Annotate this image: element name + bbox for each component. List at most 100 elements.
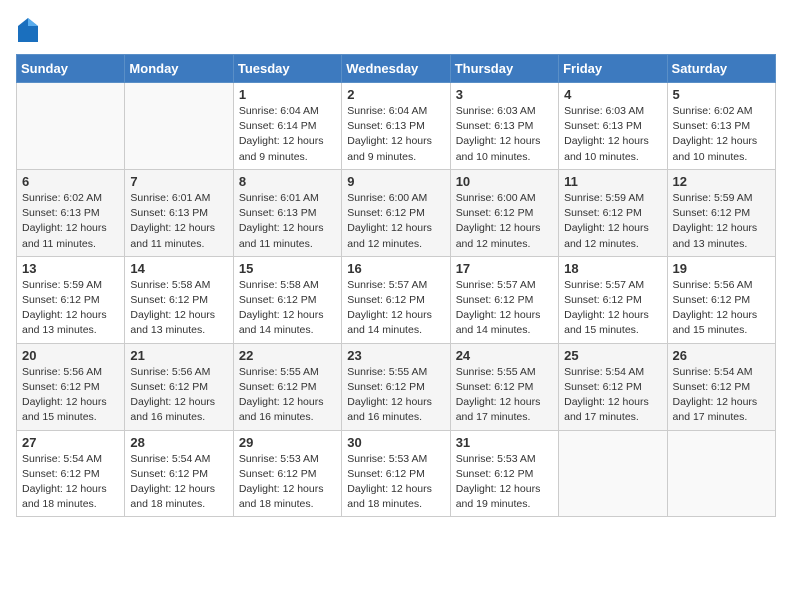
day-number: 5 (673, 87, 770, 102)
day-number: 22 (239, 348, 336, 363)
day-number: 28 (130, 435, 227, 450)
day-number: 7 (130, 174, 227, 189)
weekday-header-wednesday: Wednesday (342, 55, 450, 83)
calendar-cell: 23 Sunrise: 5:55 AM Sunset: 6:12 PM Dayli… (342, 343, 450, 430)
day-number: 11 (564, 174, 661, 189)
calendar-cell: 31 Sunrise: 5:53 AM Sunset: 6:12 PM Dayli… (450, 430, 558, 517)
calendar-cell (559, 430, 667, 517)
day-number: 14 (130, 261, 227, 276)
weekday-header-thursday: Thursday (450, 55, 558, 83)
day-info: Sunrise: 6:02 AM Sunset: 6:13 PM Dayligh… (673, 104, 770, 165)
calendar-cell: 8 Sunrise: 6:01 AM Sunset: 6:13 PM Daylig… (233, 169, 341, 256)
day-info: Sunrise: 5:54 AM Sunset: 6:12 PM Dayligh… (130, 452, 227, 513)
calendar-cell: 20 Sunrise: 5:56 AM Sunset: 6:12 PM Dayli… (17, 343, 125, 430)
day-info: Sunrise: 6:01 AM Sunset: 6:13 PM Dayligh… (239, 191, 336, 252)
calendar-cell (667, 430, 775, 517)
day-info: Sunrise: 5:55 AM Sunset: 6:12 PM Dayligh… (239, 365, 336, 426)
calendar-cell: 17Sunrise: 5:57 AM Sunset: 6:12 PM Dayli… (450, 256, 558, 343)
day-number: 15 (239, 261, 336, 276)
calendar-cell: 7 Sunrise: 6:01 AM Sunset: 6:13 PM Daylig… (125, 169, 233, 256)
day-info: Sunrise: 5:53 AM Sunset: 6:12 PM Dayligh… (347, 452, 444, 513)
day-info: Sunrise: 5:55 AM Sunset: 6:12 PM Dayligh… (347, 365, 444, 426)
day-number: 24 (456, 348, 553, 363)
calendar-cell: 27 Sunrise: 5:54 AM Sunset: 6:12 PM Dayli… (17, 430, 125, 517)
day-number: 16 (347, 261, 444, 276)
day-number: 25 (564, 348, 661, 363)
day-info: Sunrise: 6:00 AM Sunset: 6:12 PM Dayligh… (456, 191, 553, 252)
weekday-header-tuesday: Tuesday (233, 55, 341, 83)
day-info: Sunrise: 5:58 AM Sunset: 6:12 PM Dayligh… (130, 278, 227, 339)
page-header (16, 16, 776, 44)
day-info: Sunrise: 5:56 AM Sunset: 6:12 PM Dayligh… (673, 278, 770, 339)
day-number: 29 (239, 435, 336, 450)
calendar-cell: 14 Sunrise: 5:58 AM Sunset: 6:12 PM Dayli… (125, 256, 233, 343)
day-info: Sunrise: 5:58 AM Sunset: 6:12 PM Dayligh… (239, 278, 336, 339)
day-info: Sunrise: 5:56 AM Sunset: 6:12 PM Dayligh… (22, 365, 119, 426)
day-number: 31 (456, 435, 553, 450)
weekday-header-sunday: Sunday (17, 55, 125, 83)
day-number: 9 (347, 174, 444, 189)
day-info: Sunrise: 5:54 AM Sunset: 6:12 PM Dayligh… (22, 452, 119, 513)
day-info: Sunrise: 5:59 AM Sunset: 6:12 PM Dayligh… (673, 191, 770, 252)
day-number: 19 (673, 261, 770, 276)
day-number: 6 (22, 174, 119, 189)
day-info: Sunrise: 5:59 AM Sunset: 6:12 PM Dayligh… (564, 191, 661, 252)
weekday-header-friday: Friday (559, 55, 667, 83)
calendar-cell: 19 Sunrise: 5:56 AM Sunset: 6:12 PM Dayli… (667, 256, 775, 343)
calendar-cell (17, 83, 125, 170)
day-number: 30 (347, 435, 444, 450)
day-number: 13 (22, 261, 119, 276)
day-number: 3 (456, 87, 553, 102)
calendar-cell: 3 Sunrise: 6:03 AM Sunset: 6:13 PM Daylig… (450, 83, 558, 170)
calendar-cell: 22 Sunrise: 5:55 AM Sunset: 6:12 PM Dayli… (233, 343, 341, 430)
day-info: Sunrise: 6:02 AM Sunset: 6:13 PM Dayligh… (22, 191, 119, 252)
day-info: Sunrise: 5:59 AM Sunset: 6:12 PM Dayligh… (22, 278, 119, 339)
day-number: 17 (456, 261, 553, 276)
day-info: Sunrise: 6:01 AM Sunset: 6:13 PM Dayligh… (130, 191, 227, 252)
calendar-cell (125, 83, 233, 170)
day-info: Sunrise: 5:54 AM Sunset: 6:12 PM Dayligh… (673, 365, 770, 426)
day-info: Sunrise: 6:00 AM Sunset: 6:12 PM Dayligh… (347, 191, 444, 252)
calendar-cell: 18 Sunrise: 5:57 AM Sunset: 6:12 PM Dayli… (559, 256, 667, 343)
day-number: 4 (564, 87, 661, 102)
day-number: 23 (347, 348, 444, 363)
day-number: 18 (564, 261, 661, 276)
calendar-cell: 5 Sunrise: 6:02 AM Sunset: 6:13 PM Daylig… (667, 83, 775, 170)
day-number: 21 (130, 348, 227, 363)
logo (16, 16, 44, 44)
day-info: Sunrise: 6:03 AM Sunset: 6:13 PM Dayligh… (456, 104, 553, 165)
calendar-cell: 29Sunrise: 5:53 AM Sunset: 6:12 PM Dayli… (233, 430, 341, 517)
day-info: Sunrise: 5:54 AM Sunset: 6:12 PM Dayligh… (564, 365, 661, 426)
weekday-header-saturday: Saturday (667, 55, 775, 83)
calendar-cell: 1Sunrise: 6:04 AM Sunset: 6:14 PM Daylig… (233, 83, 341, 170)
day-number: 26 (673, 348, 770, 363)
logo-icon (16, 16, 40, 44)
day-info: Sunrise: 6:03 AM Sunset: 6:13 PM Dayligh… (564, 104, 661, 165)
calendar-cell: 12 Sunrise: 5:59 AM Sunset: 6:12 PM Dayli… (667, 169, 775, 256)
day-number: 20 (22, 348, 119, 363)
day-info: Sunrise: 5:57 AM Sunset: 6:12 PM Dayligh… (347, 278, 444, 339)
calendar-cell: 2 Sunrise: 6:04 AM Sunset: 6:13 PM Daylig… (342, 83, 450, 170)
day-number: 10 (456, 174, 553, 189)
day-info: Sunrise: 6:04 AM Sunset: 6:14 PM Dayligh… (239, 104, 336, 165)
day-number: 12 (673, 174, 770, 189)
day-info: Sunrise: 6:04 AM Sunset: 6:13 PM Dayligh… (347, 104, 444, 165)
calendar-cell: 15 Sunrise: 5:58 AM Sunset: 6:12 PM Dayli… (233, 256, 341, 343)
calendar-table: SundayMondayTuesdayWednesdayThursdayFrid… (16, 54, 776, 517)
weekday-header-monday: Monday (125, 55, 233, 83)
day-info: Sunrise: 5:56 AM Sunset: 6:12 PM Dayligh… (130, 365, 227, 426)
calendar-cell: 21 Sunrise: 5:56 AM Sunset: 6:12 PM Dayli… (125, 343, 233, 430)
day-number: 2 (347, 87, 444, 102)
calendar-cell: 30 Sunrise: 5:53 AM Sunset: 6:12 PM Dayli… (342, 430, 450, 517)
calendar-cell: 26 Sunrise: 5:54 AM Sunset: 6:12 PM Dayli… (667, 343, 775, 430)
calendar-cell: 10 Sunrise: 6:00 AM Sunset: 6:12 PM Dayli… (450, 169, 558, 256)
day-info: Sunrise: 5:57 AM Sunset: 6:12 PM Dayligh… (564, 278, 661, 339)
day-number: 8 (239, 174, 336, 189)
calendar-cell: 9 Sunrise: 6:00 AM Sunset: 6:12 PM Daylig… (342, 169, 450, 256)
calendar-cell: 13 Sunrise: 5:59 AM Sunset: 6:12 PM Dayli… (17, 256, 125, 343)
day-info: Sunrise: 5:53 AM Sunset: 6:12 PM Dayligh… (456, 452, 553, 513)
calendar-cell: 4 Sunrise: 6:03 AM Sunset: 6:13 PM Daylig… (559, 83, 667, 170)
calendar-cell: 16 Sunrise: 5:57 AM Sunset: 6:12 PM Dayli… (342, 256, 450, 343)
day-number: 27 (22, 435, 119, 450)
calendar-cell: 11 Sunrise: 5:59 AM Sunset: 6:12 PM Dayli… (559, 169, 667, 256)
